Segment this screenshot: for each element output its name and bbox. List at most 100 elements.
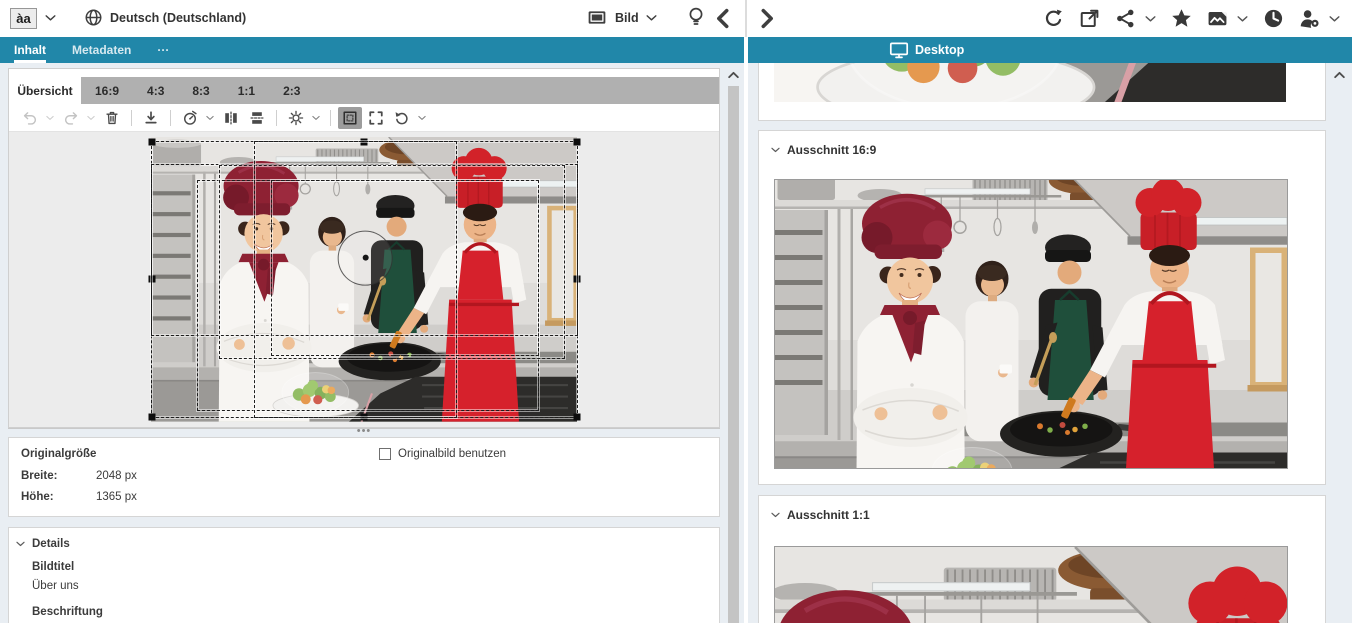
field-value-bildtitel: Über uns bbox=[32, 580, 79, 592]
trash-icon[interactable] bbox=[100, 107, 124, 129]
scroll-up-button[interactable] bbox=[727, 68, 740, 82]
user-settings-icon[interactable] bbox=[1299, 8, 1320, 29]
right-scroll-up-button[interactable] bbox=[1333, 68, 1346, 82]
image-editor-card: Übersicht16:94:38:31:12:3 bbox=[8, 68, 720, 428]
caret-down-icon bbox=[43, 107, 56, 129]
rotate-ccw-icon[interactable] bbox=[390, 107, 414, 129]
top-toolbar: àa Deutsch (Deutschland) Bild bbox=[0, 0, 1352, 37]
edit-panel: Übersicht16:94:38:31:12:3 ••• Originalgr… bbox=[0, 63, 745, 623]
caret-down-icon[interactable] bbox=[45, 14, 56, 22]
monitor-icon bbox=[889, 40, 909, 60]
device-label: Desktop bbox=[915, 43, 964, 57]
kitchen-photo-strip bbox=[774, 63, 1286, 102]
globe-icon[interactable] bbox=[84, 8, 103, 27]
height-label: Höhe: bbox=[21, 491, 54, 503]
tab-inhalt[interactable]: Inhalt bbox=[14, 37, 46, 63]
crop-icon[interactable] bbox=[364, 107, 388, 129]
toolbar-separator bbox=[276, 110, 277, 126]
chevron-right-icon[interactable] bbox=[760, 8, 775, 29]
share-icon[interactable] bbox=[1115, 8, 1136, 29]
crop-handle[interactable] bbox=[148, 413, 155, 420]
caret-down-icon[interactable] bbox=[1329, 15, 1340, 23]
use-original-label: Originalbild benutzen bbox=[398, 448, 506, 460]
photo-canvas[interactable] bbox=[151, 137, 578, 422]
chevron-down-icon bbox=[771, 147, 780, 154]
app-action-icons bbox=[1043, 5, 1340, 32]
ratio-tab-8-3[interactable]: 8:3 bbox=[178, 77, 223, 104]
details-title: Details bbox=[32, 538, 70, 550]
app-logo[interactable]: àa bbox=[10, 8, 37, 29]
field-label-beschriftung: Beschriftung bbox=[32, 606, 103, 618]
use-original-checkbox-row: Originalbild benutzen bbox=[379, 448, 506, 460]
caret-down-icon[interactable] bbox=[203, 107, 216, 129]
field-label-bildtitel: Bildtitel bbox=[32, 561, 74, 573]
refresh-icon[interactable] bbox=[1043, 8, 1064, 29]
crop-handle[interactable] bbox=[573, 413, 580, 420]
crop-handle[interactable] bbox=[148, 139, 155, 146]
resize-grip[interactable]: ••• bbox=[8, 428, 720, 437]
clock-icon[interactable] bbox=[1263, 8, 1284, 29]
open-in-new-icon[interactable] bbox=[1079, 8, 1100, 29]
caret-down-icon[interactable] bbox=[309, 107, 322, 129]
preview-card-16-9: Ausschnitt 16:9 bbox=[758, 130, 1326, 485]
crop-rect-5[interactable] bbox=[271, 180, 539, 357]
content-tabbar: Inhalt Metadaten ··· bbox=[0, 37, 745, 63]
preview-image-1-1 bbox=[774, 546, 1288, 623]
frame-icon[interactable] bbox=[338, 107, 362, 129]
tab-metadaten[interactable]: Metadaten bbox=[72, 37, 131, 63]
chevron-left-icon[interactable] bbox=[715, 8, 730, 29]
focus-point-dot bbox=[362, 255, 368, 261]
preview-image-partial bbox=[774, 63, 1286, 102]
caret-down-icon[interactable] bbox=[415, 107, 428, 129]
width-label: Breite: bbox=[21, 470, 57, 482]
left-scrollbar-thumb[interactable] bbox=[728, 86, 739, 623]
section-header-16-9[interactable]: Ausschnitt 16:9 bbox=[771, 143, 876, 157]
kitchen-photo-1-1 bbox=[775, 547, 1287, 623]
caret-down-icon[interactable] bbox=[1145, 15, 1156, 23]
preview-card-1-1: Ausschnitt 1:1 bbox=[758, 495, 1326, 623]
flip-v-icon[interactable] bbox=[219, 107, 243, 129]
crop-overlay-layer bbox=[151, 137, 578, 422]
details-card: Details Bildtitel Über uns Beschriftung bbox=[8, 527, 720, 623]
dam-app-window: àa Deutsch (Deutschland) Bild Inhalt Met… bbox=[0, 0, 1352, 623]
download-icon[interactable] bbox=[139, 107, 163, 129]
brightness-icon[interactable] bbox=[284, 107, 308, 129]
editor-toolbar bbox=[9, 104, 719, 132]
image-thumb-icon bbox=[586, 8, 608, 27]
kitchen-photo-16-9 bbox=[775, 180, 1287, 468]
ratio-tab-4-3[interactable]: 4:3 bbox=[133, 77, 178, 104]
toolbar-separator bbox=[131, 110, 132, 126]
caret-down-icon bbox=[646, 14, 657, 22]
image-status-icon[interactable] bbox=[1207, 8, 1228, 29]
star-icon[interactable] bbox=[1171, 8, 1192, 29]
ratio-tab--bersicht[interactable]: Übersicht bbox=[9, 77, 81, 104]
original-size-title: Originalgröße bbox=[21, 448, 96, 460]
section-title-1-1: Ausschnitt 1:1 bbox=[787, 508, 870, 522]
timer-icon[interactable] bbox=[178, 107, 202, 129]
language-label: Deutsch (Deutschland) bbox=[110, 11, 246, 25]
details-section-header[interactable]: Details bbox=[16, 538, 70, 550]
flip-h-icon[interactable] bbox=[245, 107, 269, 129]
width-value: 2048 px bbox=[96, 470, 137, 482]
panel-splitter[interactable] bbox=[744, 37, 748, 623]
asset-type-selector[interactable]: Bild bbox=[586, 8, 657, 27]
crop-handle[interactable] bbox=[573, 139, 580, 146]
lightbulb-icon[interactable] bbox=[686, 6, 706, 30]
chevron-down-icon bbox=[771, 512, 780, 519]
preview-card-partial bbox=[758, 63, 1326, 121]
undo-icon bbox=[18, 107, 42, 129]
ratio-tab-16-9[interactable]: 16:9 bbox=[81, 77, 133, 104]
section-header-1-1[interactable]: Ausschnitt 1:1 bbox=[771, 508, 870, 522]
toolbar-separator bbox=[330, 110, 331, 126]
ratio-tab-1-1[interactable]: 1:1 bbox=[224, 77, 269, 104]
preview-image-16-9 bbox=[774, 179, 1288, 469]
caret-down-icon[interactable] bbox=[1237, 15, 1248, 23]
ratio-tab-bar: Übersicht16:94:38:31:12:3 bbox=[9, 77, 719, 104]
chevron-down-icon bbox=[16, 541, 25, 548]
use-original-checkbox[interactable] bbox=[379, 448, 391, 460]
section-title-16-9: Ausschnitt 16:9 bbox=[787, 143, 876, 157]
caret-down-icon bbox=[84, 107, 97, 129]
tab-more[interactable]: ··· bbox=[157, 37, 169, 63]
focus-point-circle[interactable] bbox=[338, 231, 393, 286]
ratio-tab-2-3[interactable]: 2:3 bbox=[269, 77, 314, 104]
